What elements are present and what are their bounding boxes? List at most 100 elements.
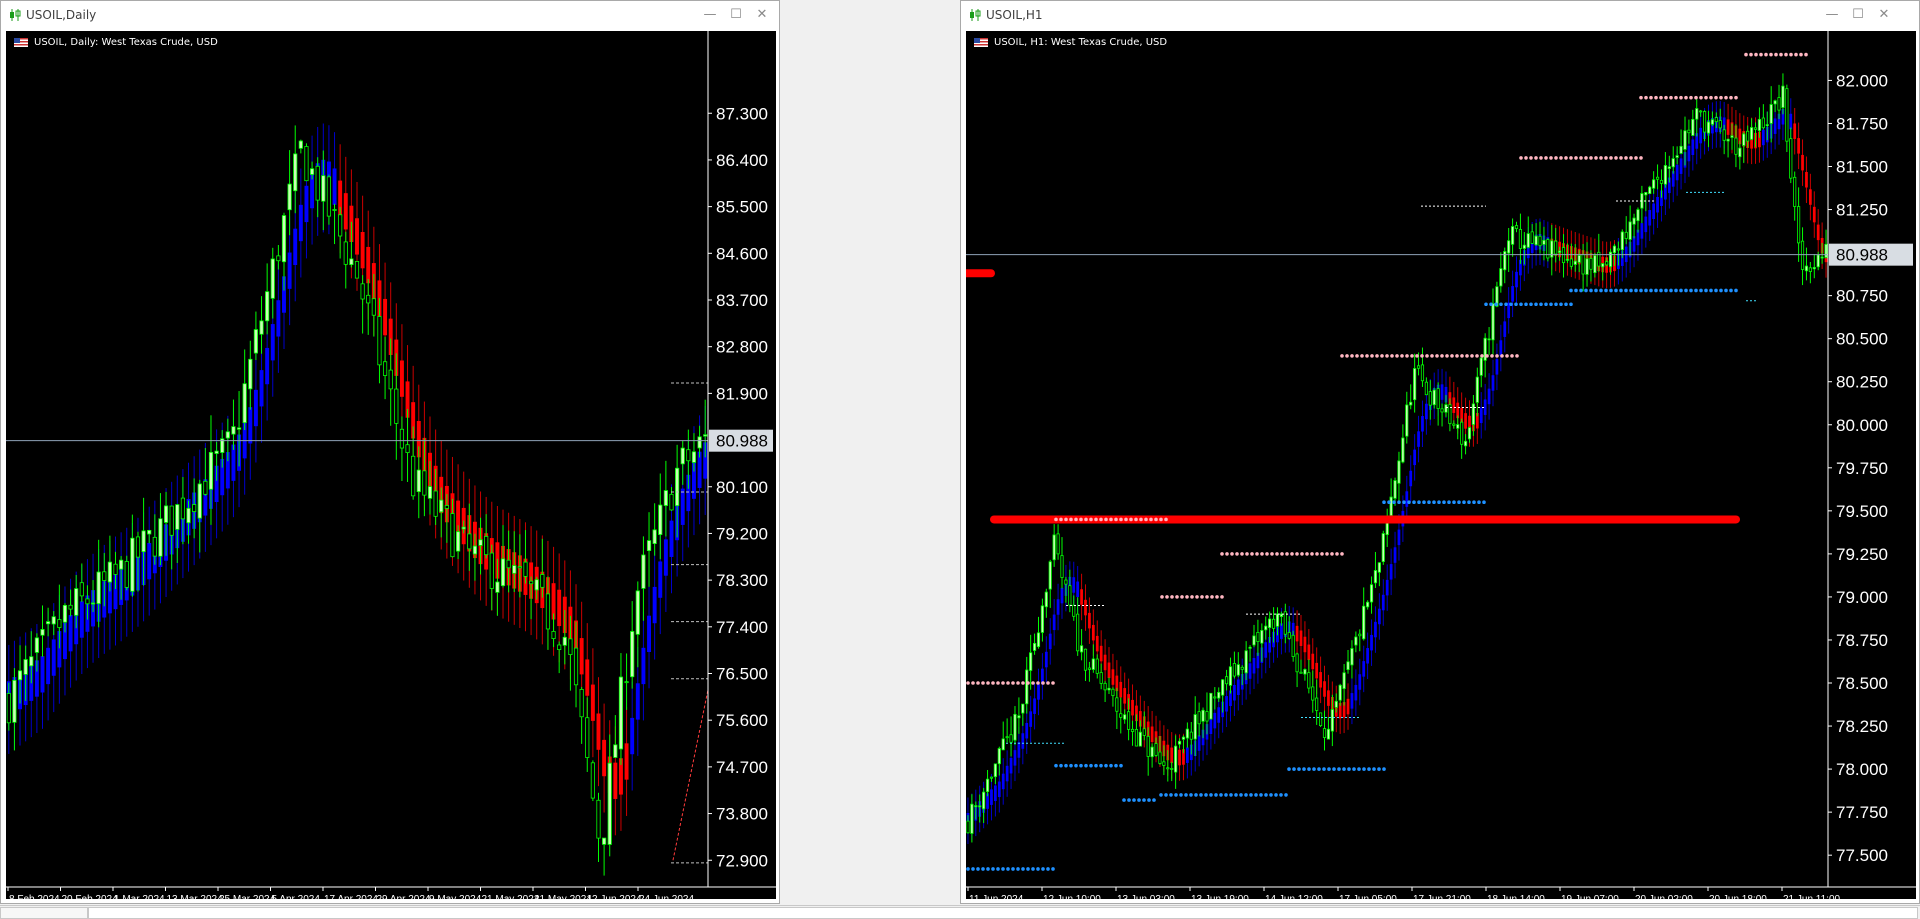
resistance-dot: [1370, 354, 1374, 358]
candle-body: [703, 434, 708, 437]
support-dot: [1422, 500, 1426, 505]
band-bar: [1123, 688, 1127, 704]
support-dot: [1036, 867, 1040, 871]
resistance-dot: [1059, 517, 1063, 522]
resistance-dot: [1534, 156, 1538, 160]
maximize-button[interactable]: ☐: [723, 5, 749, 25]
price-chart: 0.023.638.250.061.8100.087.30086.40085.5…: [6, 31, 776, 899]
candle-body: [568, 638, 573, 656]
candle-body: [1761, 117, 1765, 129]
band-bar: [602, 739, 607, 777]
window-titlebar[interactable]: USOIL,Daily — ☐ ✕: [1, 1, 779, 29]
support-dot: [1219, 793, 1223, 797]
band-bar: [276, 300, 281, 337]
resistance-dot: [1465, 354, 1469, 358]
resistance-dot: [1220, 595, 1224, 599]
window-titlebar[interactable]: USOIL,H1 — ☐ ✕: [961, 1, 1919, 29]
candle-body: [461, 526, 466, 530]
support-dot: [1006, 867, 1010, 871]
candle-body: [1036, 632, 1041, 648]
candle-body: [1287, 632, 1291, 639]
support-dot: [1367, 767, 1371, 771]
candle-body: [1703, 111, 1707, 133]
chart-window-h1[interactable]: USOIL,H1 — ☐ ✕ USOIL, H1: West Texas Cru…: [960, 0, 1920, 904]
support-dot: [1629, 288, 1633, 293]
minimize-button[interactable]: —: [697, 5, 723, 25]
candle-body: [635, 590, 640, 635]
candle-body: [1295, 653, 1299, 673]
resistance-dot: [1069, 517, 1073, 522]
candle-body: [1236, 664, 1240, 676]
x-tick-label: 21 Jun 11:00: [1783, 894, 1841, 899]
support-dot: [1589, 288, 1593, 293]
candle-body: [573, 647, 579, 686]
chart-canvas-h1[interactable]: USOIL, H1: West Texas Crude, USD 82.000 8…: [966, 31, 1916, 899]
close-button[interactable]: ✕: [1871, 5, 1897, 25]
resistance-dot: [1519, 156, 1523, 160]
support-dot: [1317, 767, 1321, 771]
candle-body: [1032, 642, 1037, 651]
resistance-dot: [1639, 95, 1643, 100]
candle-body: [1648, 186, 1652, 195]
candle-body: [1166, 767, 1170, 770]
support-dot: [1539, 302, 1543, 307]
candle-body: [321, 175, 326, 202]
y-tick-label: 80.750: [1836, 287, 1888, 306]
resistance-dot: [1345, 354, 1349, 358]
candle-body: [1303, 669, 1307, 675]
band-bar: [1025, 722, 1029, 739]
band-bar: [1425, 403, 1428, 420]
maximize-button[interactable]: ☐: [1845, 5, 1871, 25]
support-dot: [1704, 288, 1708, 293]
band-bar: [1691, 139, 1695, 156]
band-bar: [1417, 431, 1420, 447]
candle-body: [68, 604, 73, 610]
candle-body: [1068, 585, 1072, 606]
resistance-dot: [1804, 52, 1808, 57]
candle-body: [236, 427, 242, 430]
candle-body: [1311, 686, 1315, 701]
candle-body: [1765, 124, 1769, 127]
candle-body: [1181, 736, 1186, 740]
candle-body: [253, 329, 258, 354]
candle-body: [1691, 118, 1695, 136]
band-bar: [343, 193, 348, 230]
support-dot: [1132, 798, 1136, 802]
band-bar: [596, 713, 601, 750]
band-bar: [1005, 765, 1009, 782]
candle-body: [1291, 634, 1295, 657]
support-dot: [1679, 288, 1683, 293]
x-tick-label: 17 Jun 05:00: [1339, 894, 1397, 899]
resistance-dot: [1325, 552, 1329, 556]
support-dot: [1489, 302, 1493, 307]
support-dot: [1259, 793, 1263, 797]
resistance-dot: [1704, 95, 1708, 100]
resistance-dot: [1094, 517, 1098, 522]
candle-body: [1260, 630, 1264, 644]
candle-body: [293, 153, 298, 192]
band-bar: [1761, 129, 1765, 146]
candle-body: [304, 146, 309, 182]
minimize-button[interactable]: —: [1819, 5, 1845, 25]
candle-body: [1373, 570, 1378, 584]
band-bar: [1009, 757, 1013, 774]
x-tick-label: 11 Jun 2024: [969, 894, 1024, 899]
band-bar: [355, 218, 359, 255]
close-button[interactable]: ✕: [749, 5, 775, 25]
candle-body: [1315, 697, 1319, 711]
candle-body: [1675, 155, 1679, 158]
chart-canvas-daily[interactable]: USOIL, Daily: West Texas Crude, USD 0.02…: [6, 31, 776, 899]
x-tick-label: 1 Mar 2024: [114, 894, 165, 899]
support-dot: [1074, 763, 1078, 768]
candle-body: [489, 552, 494, 589]
support-dot: [1467, 500, 1471, 505]
candle-body: [1405, 404, 1409, 437]
support-dot: [1504, 302, 1508, 307]
resistance-dot: [1609, 156, 1613, 160]
resistance-dot: [1074, 517, 1078, 522]
candle-body: [332, 209, 337, 211]
chart-window-daily[interactable]: USOIL,Daily — ☐ ✕ USOIL, Daily: West Tex…: [0, 0, 780, 904]
resistance-dot: [1270, 552, 1274, 556]
support-dot: [1342, 767, 1346, 771]
band-bar: [994, 785, 997, 801]
